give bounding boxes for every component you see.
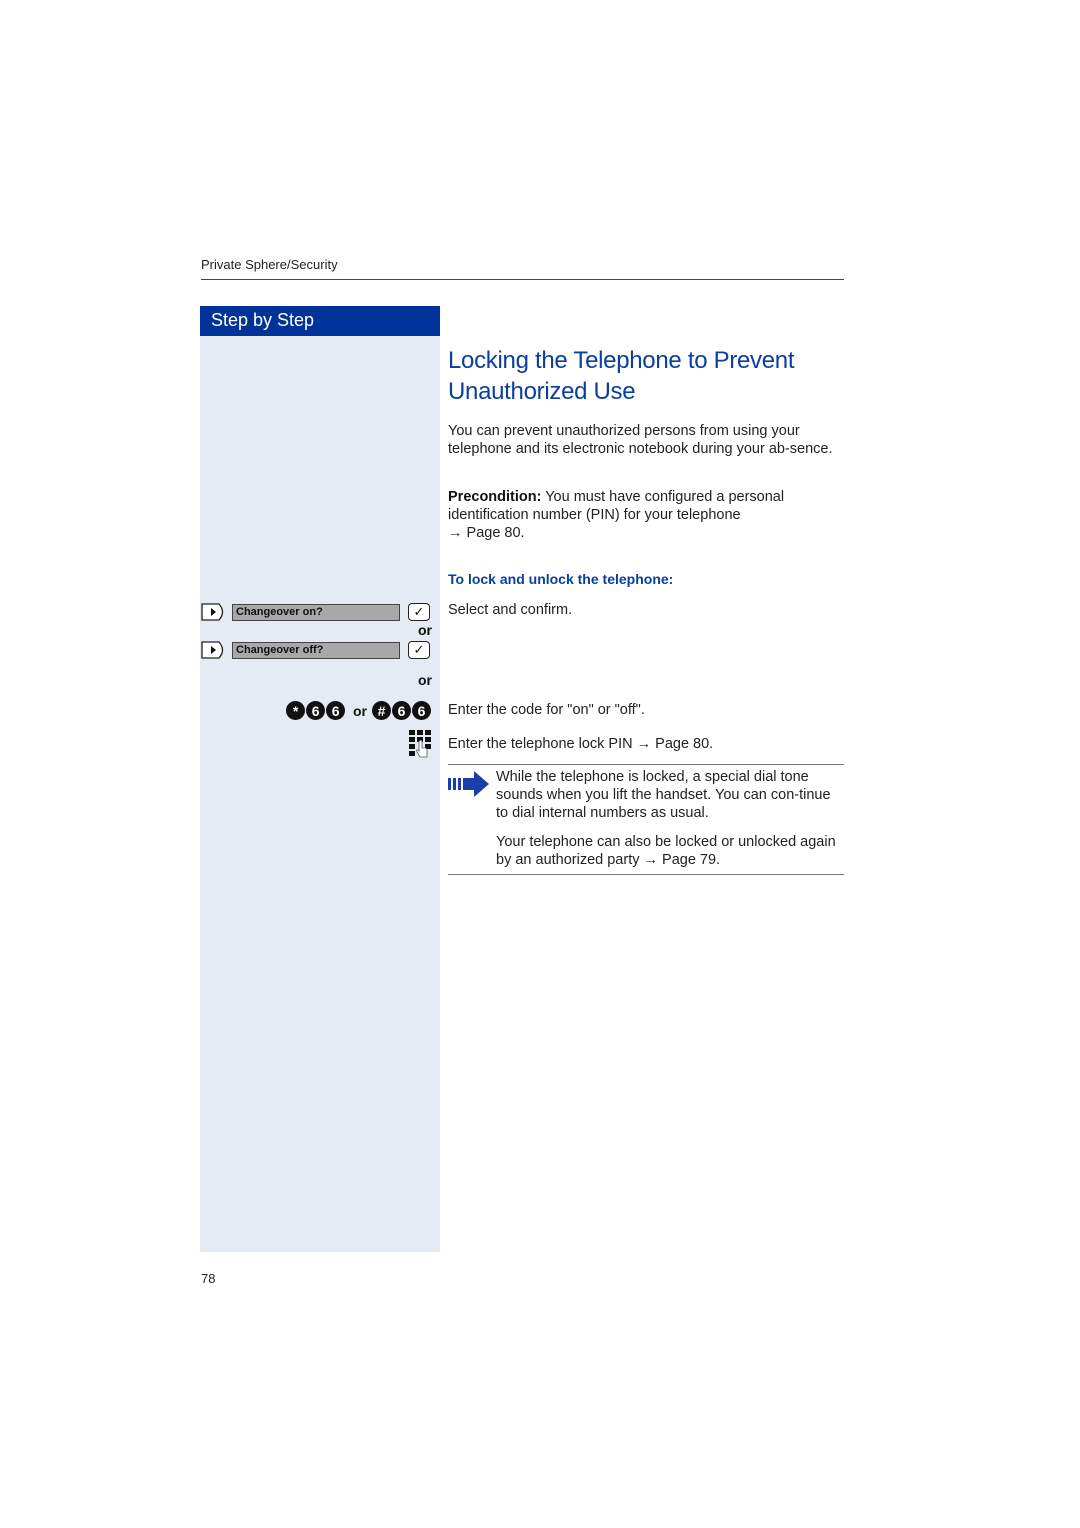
note-top-divider — [448, 764, 844, 765]
section-subheading: To lock and unlock the telephone: — [448, 571, 674, 587]
step-by-step-header: Step by Step — [200, 306, 440, 336]
note-paragraph-1: While the telephone is locked, a special… — [496, 769, 831, 821]
pin-instruction-text: Enter the telephone lock PIN → Page 80. — [448, 736, 714, 752]
six-key-icon[interactable]: 6 — [326, 701, 346, 720]
precondition-paragraph: Precondition: You must have configured a… — [448, 488, 844, 542]
code-keys: * 6 6 or #6 6 — [285, 701, 431, 720]
or-label: or — [418, 672, 432, 688]
header-divider — [201, 279, 844, 280]
checkmark-key-icon[interactable]: ✓ — [408, 603, 430, 621]
display-option-changeover-on[interactable]: Changeover on? — [232, 604, 400, 621]
checkmark-key-icon[interactable]: ✓ — [408, 641, 430, 659]
note-paragraph-2: Your telephone can also be locked or unl… — [496, 834, 836, 868]
keypad-icon — [409, 730, 431, 758]
six-key-icon[interactable]: 6 — [412, 701, 431, 720]
six-key-icon[interactable]: 6 — [392, 701, 411, 720]
running-head: Private Sphere/Security — [201, 257, 338, 272]
select-confirm-text: Select and confirm. — [448, 602, 573, 618]
page-title-line2: Unauthorized Use — [448, 378, 636, 405]
hash-key-icon[interactable]: # — [372, 701, 391, 720]
or-label: or — [418, 622, 432, 638]
precondition-page-ref[interactable]: → Page 80. — [448, 525, 525, 541]
precondition-label: Precondition: — [448, 489, 542, 505]
note-arrow-icon — [448, 771, 489, 797]
step-by-step-column — [200, 336, 440, 1252]
note-bottom-divider — [448, 874, 844, 875]
six-key-icon[interactable]: 6 — [306, 701, 326, 720]
display-option-changeover-off[interactable]: Changeover off? — [232, 642, 400, 659]
display-arrow-key-icon[interactable] — [201, 641, 227, 659]
page-number: 78 — [201, 1271, 216, 1286]
code-instruction-text: Enter the code for "on" or "off". — [448, 702, 645, 718]
page-title-line1: Locking the Telephone to Prevent — [448, 347, 795, 374]
or-label: or — [353, 702, 367, 719]
intro-paragraph: You can prevent unauthorized persons fro… — [448, 423, 833, 457]
display-arrow-key-icon[interactable] — [201, 603, 227, 621]
page-title: Locking the Telephone to Prevent Unautho… — [448, 345, 848, 407]
star-key-icon[interactable]: * — [286, 701, 306, 720]
